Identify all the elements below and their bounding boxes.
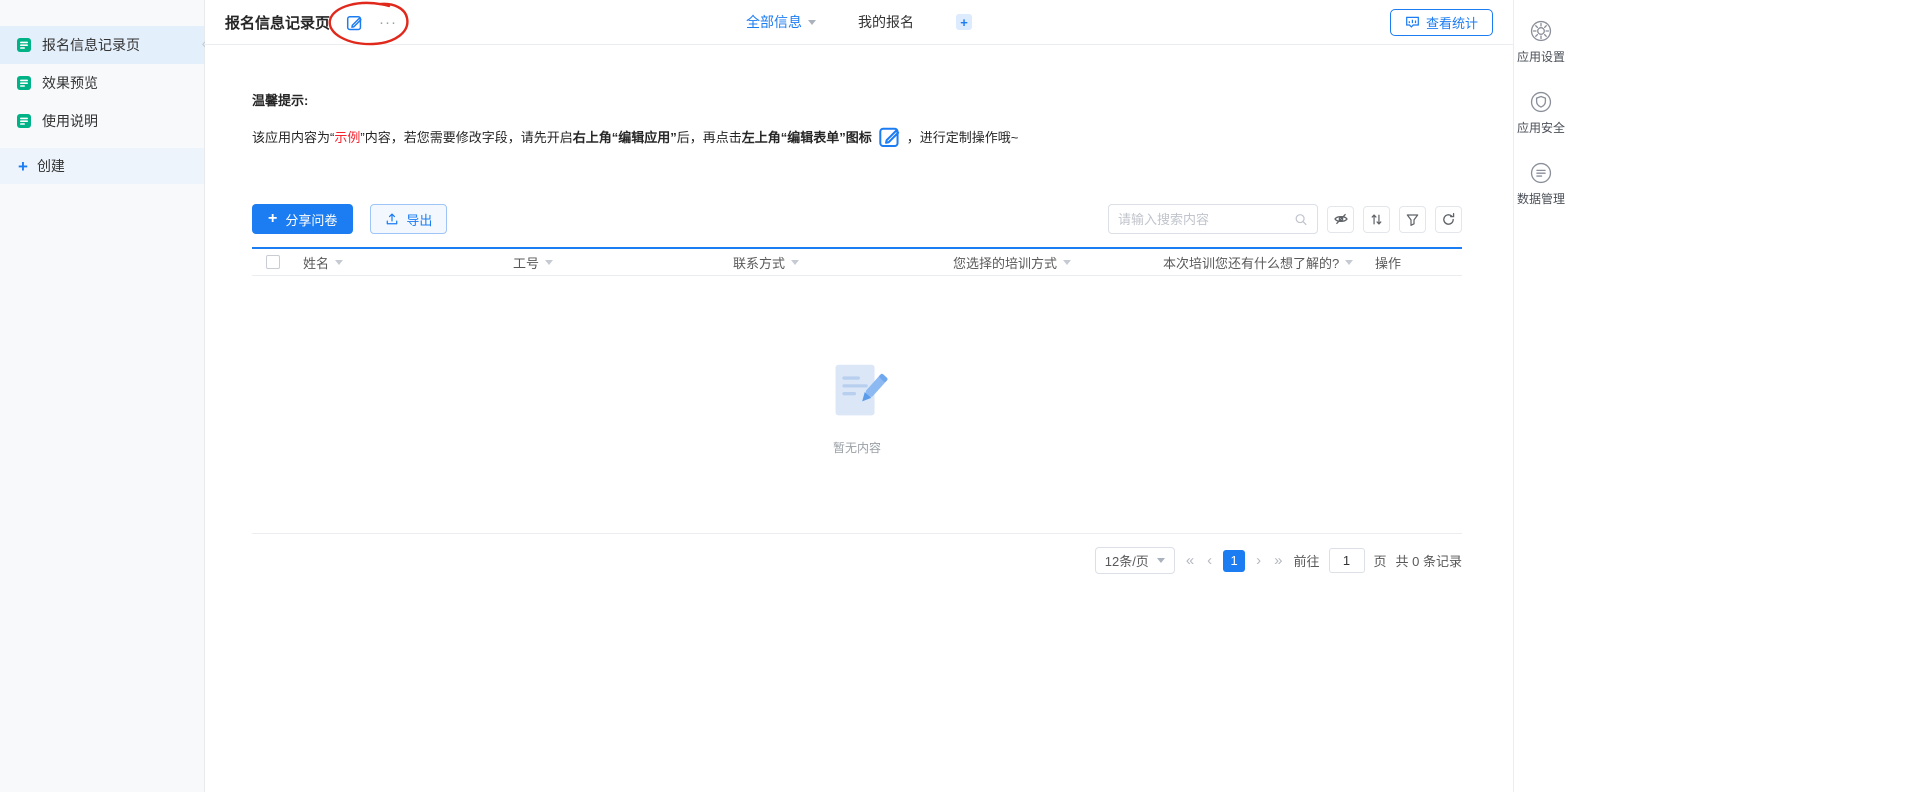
button-label: 查看统计 xyxy=(1425,15,1478,31)
next-page-button[interactable]: › xyxy=(1254,552,1263,569)
first-page-button[interactable]: « xyxy=(1184,552,1196,569)
data-management-button[interactable]: 数据管理 xyxy=(1517,162,1565,207)
left-sidebar: 报名信息记录页 效果预览 使用说明 + 创建 xyxy=(0,0,205,792)
column-header-training-questions[interactable]: 本次培训您还有什么想了解的? xyxy=(1152,253,1364,272)
records-table: 姓名 工号 联系方式 您选择的培训方式 本次培训您还有什么想了解的? 操作 暂无… xyxy=(252,247,1462,534)
form-doc-icon xyxy=(16,113,32,129)
red-circle-annotation xyxy=(328,1,409,46)
goto-label: 前往 xyxy=(1293,554,1320,569)
column-header-name[interactable]: 姓名 xyxy=(292,253,502,272)
pagination-bar: 12条/页 « ‹ 1 › » 前往 页 共 0 条记录 xyxy=(252,547,1462,574)
search-input[interactable] xyxy=(1118,211,1294,227)
tab-label: 我的报名 xyxy=(858,14,914,30)
chart-icon xyxy=(1406,16,1419,28)
top-bar: 报名信息记录页 ··· 全部信息 我的报名 + 查看统计 xyxy=(205,0,1513,46)
goto-page-input[interactable] xyxy=(1328,548,1365,573)
chevron-down-icon xyxy=(1156,558,1165,563)
last-page-button[interactable]: » xyxy=(1272,552,1284,569)
app-window: 报名信息记录页 效果预览 使用说明 + 创建 ‹ 报名信息记录页 ··· 全部信… xyxy=(0,0,1568,792)
sidebar-item-record-page[interactable]: 报名信息记录页 xyxy=(0,26,204,64)
more-actions-icon[interactable]: ··· xyxy=(379,14,397,31)
eye-off-icon xyxy=(1333,213,1348,225)
current-page-button[interactable]: 1 xyxy=(1223,549,1246,572)
sidebar-item-instructions[interactable]: 使用说明 xyxy=(0,102,204,140)
content-area: 温馨提示: 该应用内容为“ 示例 ”内容，若您需要修改字段，请先开启 右上角“编辑应用… xyxy=(205,45,1513,574)
total-records-label: 共 0 条记录 xyxy=(1395,554,1462,569)
plus-icon: + xyxy=(268,210,278,227)
notice-block: 温馨提示: 该应用内容为“ 示例 ”内容，若您需要修改字段，请先开启 右上角“编辑应用… xyxy=(252,90,1462,148)
table-toolbar: + 分享问卷 导出 xyxy=(252,204,1462,234)
screen: 报名信息记录页 效果预览 使用说明 + 创建 ‹ 报名信息记录页 ··· 全部信… xyxy=(0,0,1920,792)
sort-arrows-icon xyxy=(1371,213,1382,225)
form-doc-icon xyxy=(16,37,32,53)
select-all-cell xyxy=(252,255,292,269)
column-header-training-method[interactable]: 您选择的培训方式 xyxy=(942,253,1152,272)
shield-icon xyxy=(1530,91,1552,113)
tab-my-registration[interactable]: 我的报名 xyxy=(858,12,914,32)
notice-title: 温馨提示: xyxy=(252,93,309,108)
main-area: 报名信息记录页 ··· 全部信息 我的报名 + 查看统计 温馨提示: 该应用内容… xyxy=(205,0,1513,792)
share-questionnaire-button[interactable]: + 分享问卷 xyxy=(252,204,354,234)
tab-all-info[interactable]: 全部信息 xyxy=(746,12,816,32)
view-tabs: 全部信息 我的报名 + xyxy=(746,12,972,32)
edit-form-icon[interactable] xyxy=(346,14,363,31)
upload-icon xyxy=(387,213,398,225)
sort-caret-icon xyxy=(545,259,554,265)
refresh-icon xyxy=(1443,212,1455,225)
column-header-contact[interactable]: 联系方式 xyxy=(722,253,942,272)
filter-button[interactable] xyxy=(1399,205,1426,233)
empty-text: 暂无内容 xyxy=(832,441,881,455)
page-size-select[interactable]: 12条/页 xyxy=(1094,547,1175,574)
sidebar-item-label: 使用说明 xyxy=(42,113,98,129)
column-header-employee-id[interactable]: 工号 xyxy=(502,253,722,272)
sidebar-item-label: 报名信息记录页 xyxy=(42,37,140,53)
plus-icon: + xyxy=(18,156,28,176)
database-icon xyxy=(1530,162,1552,184)
sidebar-create-button[interactable]: + 创建 xyxy=(0,148,204,184)
view-statistics-button[interactable]: 查看统计 xyxy=(1389,8,1493,36)
create-label: 创建 xyxy=(36,158,65,174)
sidebar-item-label: 效果预览 xyxy=(42,75,98,91)
page-title: 报名信息记录页 xyxy=(225,14,331,32)
select-all-checkbox[interactable] xyxy=(266,255,280,269)
gear-icon xyxy=(1530,20,1552,42)
notice-text: 该应用内容为“ 示例 ”内容，若您需要修改字段，请先开启 右上角“编辑应用” 后，再点击… xyxy=(252,125,1462,148)
sort-caret-icon xyxy=(335,259,344,265)
button-label: 分享问卷 xyxy=(285,212,338,228)
sort-caret-icon xyxy=(1063,259,1072,265)
sort-button[interactable] xyxy=(1363,205,1390,233)
refresh-button[interactable] xyxy=(1435,205,1462,233)
sort-caret-icon xyxy=(791,259,800,265)
column-header-actions: 操作 xyxy=(1375,255,1402,271)
sample-highlight: 示例 xyxy=(334,130,361,145)
empty-document-illustration xyxy=(835,364,888,416)
page-unit-label: 页 xyxy=(1373,554,1387,569)
hide-columns-button[interactable] xyxy=(1327,205,1354,233)
app-security-button[interactable]: 应用安全 xyxy=(1517,91,1565,136)
search-icon xyxy=(1295,213,1307,225)
table-header-row: 姓名 工号 联系方式 您选择的培训方式 本次培训您还有什么想了解的? 操作 xyxy=(252,249,1462,276)
filter-funnel-icon xyxy=(1406,213,1419,226)
form-doc-icon xyxy=(16,75,32,91)
table-empty-state: 暂无内容 xyxy=(252,276,1462,534)
right-rail: 应用设置 应用安全 数据管理 xyxy=(1513,0,1568,792)
sort-caret-icon xyxy=(1345,259,1354,265)
chevron-down-icon xyxy=(808,19,816,25)
export-button[interactable]: 导出 xyxy=(370,204,448,234)
prev-page-button[interactable]: ‹ xyxy=(1205,552,1214,569)
tab-label: 全部信息 xyxy=(746,14,802,30)
search-box xyxy=(1108,204,1318,234)
button-label: 导出 xyxy=(406,212,433,228)
sidebar-item-preview[interactable]: 效果预览 xyxy=(0,64,204,102)
add-view-button[interactable]: + xyxy=(956,14,972,30)
edit-form-icon xyxy=(878,125,901,148)
app-settings-button[interactable]: 应用设置 xyxy=(1517,20,1565,65)
